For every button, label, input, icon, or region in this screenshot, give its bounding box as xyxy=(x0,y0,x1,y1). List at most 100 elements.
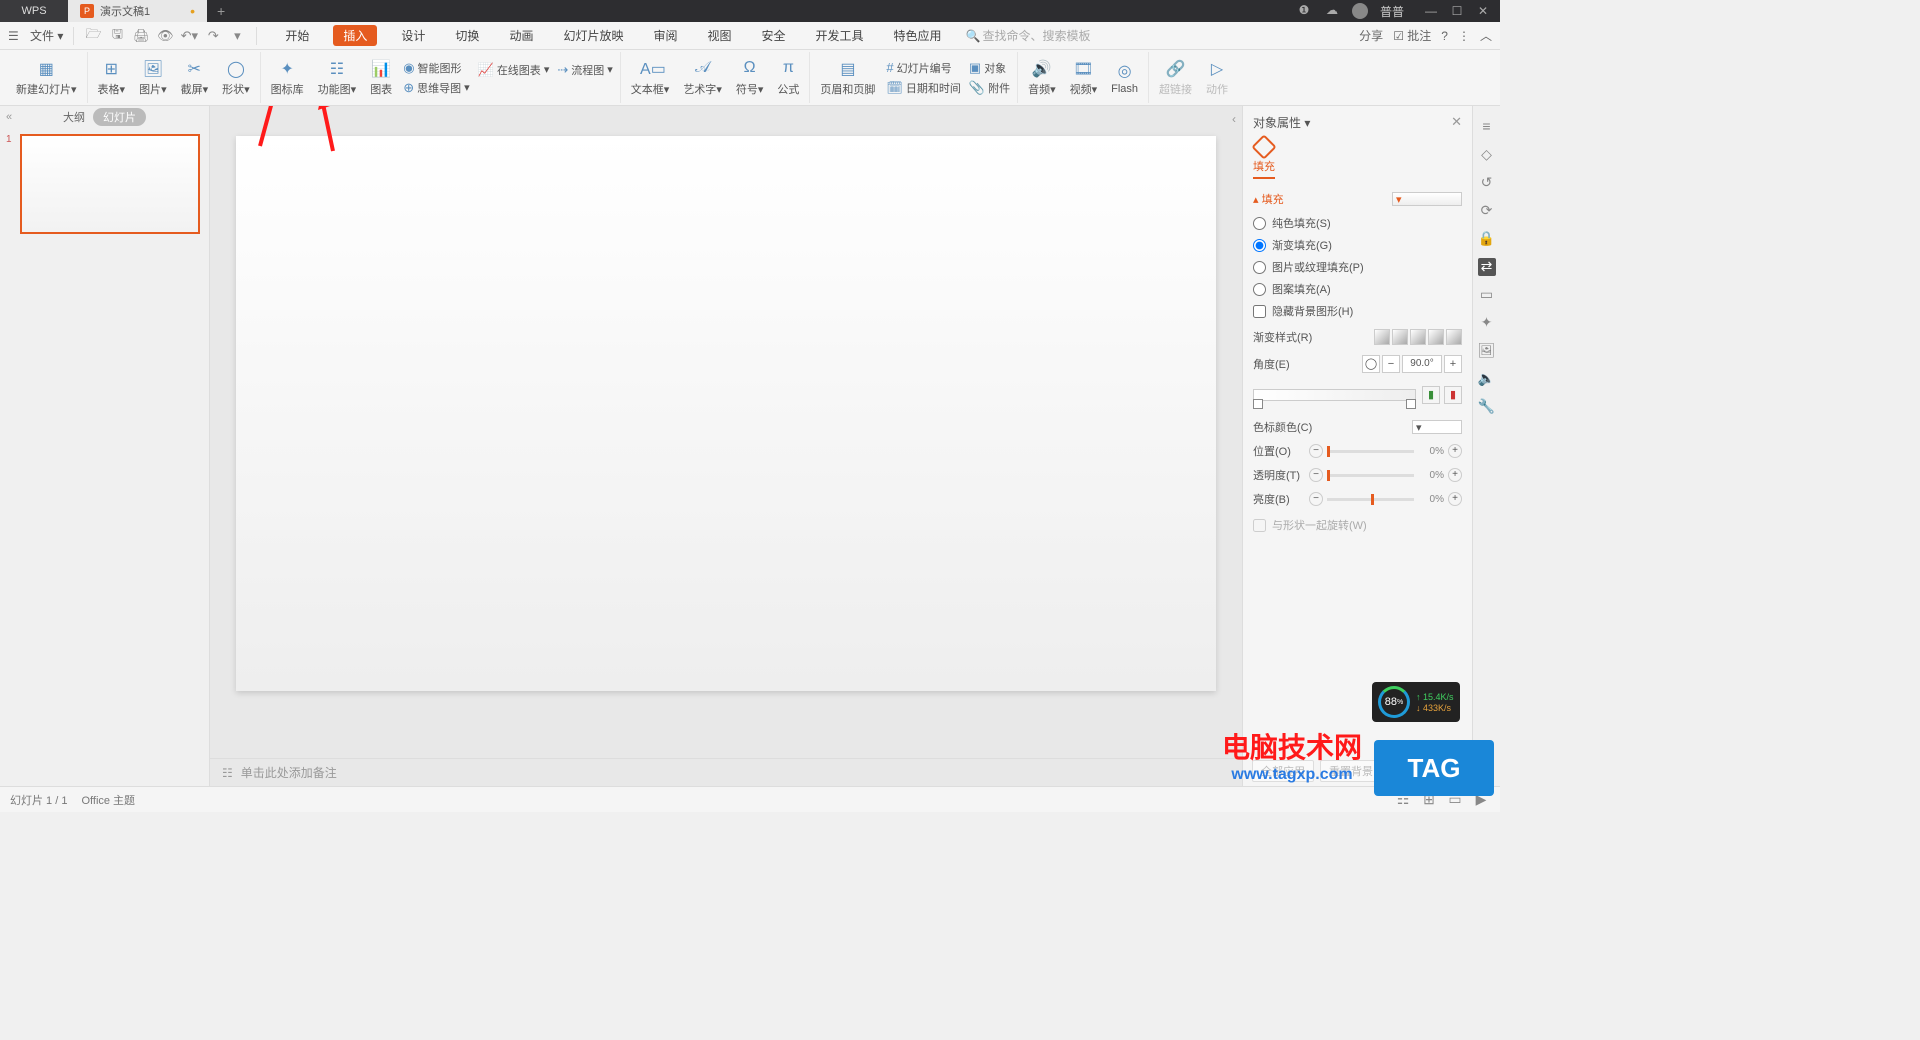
mindmap-button[interactable]: ⊕思维导图 ▾ xyxy=(400,79,472,97)
collapse-ribbon-icon[interactable]: ︿ xyxy=(1480,27,1492,44)
pane-close-icon[interactable]: ✕ xyxy=(1451,114,1462,130)
iconlib-button[interactable]: ✦图标库 xyxy=(265,57,310,99)
sidebar-refresh-icon[interactable]: ⟳ xyxy=(1478,202,1496,220)
tab-slideshow[interactable]: 幻灯片放映 xyxy=(557,25,629,46)
transparency-plus[interactable]: + xyxy=(1448,468,1462,482)
tab-design[interactable]: 设计 xyxy=(395,25,431,46)
gradient-style-picker[interactable] xyxy=(1374,329,1462,345)
fill-tab[interactable]: 填充 xyxy=(1253,138,1275,179)
symbol-button[interactable]: Ω符号▾ xyxy=(730,57,770,99)
sidebar-animation-icon[interactable]: ✦ xyxy=(1478,314,1496,332)
add-stop-button[interactable]: ▮ xyxy=(1422,386,1440,404)
sidebar-properties-icon[interactable]: ⇄ xyxy=(1478,258,1496,276)
print-icon[interactable]: 🖨 xyxy=(132,28,150,44)
new-tab-button[interactable]: + xyxy=(207,3,235,19)
notes-bar[interactable]: ☷ 单击此处添加备注 xyxy=(210,758,1242,786)
collapse-panel-icon[interactable]: « xyxy=(6,111,12,123)
angle-plus[interactable]: + xyxy=(1444,355,1462,373)
tab-transition[interactable]: 切换 xyxy=(449,25,485,46)
position-slider[interactable] xyxy=(1327,450,1414,453)
help-icon[interactable]: ? xyxy=(1441,29,1448,43)
sidebar-lock-icon[interactable]: 🔒 xyxy=(1478,230,1496,248)
expand-pane-icon[interactable]: ‹ xyxy=(1232,112,1236,126)
shape-button[interactable]: ◯形状▾ xyxy=(216,57,256,99)
redo-icon[interactable]: ↷ xyxy=(204,28,222,44)
maximize-button[interactable]: ☐ xyxy=(1450,4,1464,18)
header-footer-button[interactable]: ▤页眉和页脚 xyxy=(814,57,881,99)
sidebar-speaker-icon[interactable]: 🔈 xyxy=(1478,370,1496,388)
remove-stop-button[interactable]: ▮ xyxy=(1444,386,1462,404)
undo-icon[interactable]: ↶▾ xyxy=(180,28,198,44)
flash-button[interactable]: ◎Flash xyxy=(1105,59,1144,97)
tab-review[interactable]: 审阅 xyxy=(647,25,683,46)
user-avatar[interactable] xyxy=(1352,3,1368,19)
pattern-fill-option[interactable]: 图案填充(A) xyxy=(1253,281,1462,297)
fill-section-header[interactable]: ▴ 填充 ▾ xyxy=(1253,191,1462,207)
preview-icon[interactable]: 👁 xyxy=(156,28,174,44)
brightness-slider[interactable] xyxy=(1327,498,1414,501)
chart-button[interactable]: 📊图表 xyxy=(364,57,398,99)
attachment-button[interactable]: 📎附件 xyxy=(966,79,1013,97)
video-button[interactable]: 🎞视频▾ xyxy=(1064,57,1104,99)
object-button[interactable]: ▣对象 xyxy=(966,59,1013,77)
tab-insert[interactable]: 插入 xyxy=(333,25,377,46)
gradient-stops[interactable] xyxy=(1253,389,1416,409)
sidebar-tool-icon[interactable]: 🔧 xyxy=(1478,398,1496,416)
file-menu[interactable]: 文件 ▾ xyxy=(30,27,63,44)
position-plus[interactable]: + xyxy=(1448,444,1462,458)
table-button[interactable]: ⊞表格▾ xyxy=(92,57,132,99)
stop-color-picker[interactable]: ▾ xyxy=(1412,420,1462,434)
annotate-button[interactable]: ☑ 批注 xyxy=(1393,27,1431,44)
transparency-slider[interactable] xyxy=(1327,474,1414,477)
open-icon[interactable]: 🗁 xyxy=(84,25,102,47)
equation-button[interactable]: π公式 xyxy=(771,57,805,99)
screenshot-button[interactable]: ✂截屏▾ xyxy=(175,57,215,99)
position-minus[interactable]: − xyxy=(1309,444,1323,458)
angle-dial[interactable]: ◯ xyxy=(1362,355,1380,373)
cloud-icon[interactable]: ☁ xyxy=(1324,3,1340,19)
close-button[interactable]: ✕ xyxy=(1476,4,1490,18)
minimize-button[interactable]: — xyxy=(1424,4,1438,18)
slide-thumbnail[interactable] xyxy=(20,134,200,234)
tab-start[interactable]: 开始 xyxy=(279,25,315,46)
tab-devtools[interactable]: 开发工具 xyxy=(810,25,870,46)
wps-logo[interactable]: WPS xyxy=(0,0,68,22)
datetime-button[interactable]: 🗓日期和时间 xyxy=(883,79,964,97)
tab-security[interactable]: 安全 xyxy=(756,25,792,46)
textbox-button[interactable]: A▭文本框▾ xyxy=(625,57,676,99)
wordart-button[interactable]: 𝒜艺术字▾ xyxy=(677,57,728,99)
hide-bg-checkbox[interactable]: 隐藏背景图形(H) xyxy=(1253,303,1462,319)
flowchart-button[interactable]: ⇢流程图 ▾ xyxy=(554,61,615,79)
menu-icon[interactable]: ☰ xyxy=(8,29,24,43)
outline-tab[interactable]: 大纲 xyxy=(63,109,85,125)
command-search[interactable]: 🔍 查找命令、搜索模板 xyxy=(966,27,1091,44)
more-icon[interactable]: ⋮ xyxy=(1458,29,1470,43)
brightness-plus[interactable]: + xyxy=(1448,492,1462,506)
tab-view[interactable]: 视图 xyxy=(701,25,737,46)
online-chart-button[interactable]: 📈在线图表 ▾ xyxy=(475,61,553,79)
new-slide-button[interactable]: ▦ 新建幻灯片▾ xyxy=(10,57,83,99)
notification-icon[interactable]: ❶ xyxy=(1296,3,1312,19)
save-icon[interactable]: 🖫 xyxy=(108,25,126,47)
share-button[interactable]: 分享 xyxy=(1359,27,1383,44)
tab-animation[interactable]: 动画 xyxy=(503,25,539,46)
document-tab[interactable]: P 演示文稿1 • xyxy=(68,0,207,22)
picture-button[interactable]: 🖼图片▾ xyxy=(133,57,173,99)
brightness-minus[interactable]: − xyxy=(1309,492,1323,506)
fill-preview-swatch[interactable]: ▾ xyxy=(1392,192,1462,206)
sidebar-diamond-icon[interactable]: ◇ xyxy=(1478,146,1496,164)
sidebar-picture-icon[interactable]: 🖼 xyxy=(1478,342,1496,360)
sidebar-menu-icon[interactable]: ≡ xyxy=(1478,118,1496,136)
qat-customize-icon[interactable]: ▾ xyxy=(228,28,246,44)
picture-fill-option[interactable]: 图片或纹理填充(P) xyxy=(1253,259,1462,275)
gradient-fill-option[interactable]: 渐变填充(G) xyxy=(1253,237,1462,253)
solid-fill-option[interactable]: 纯色填充(S) xyxy=(1253,215,1462,231)
feature-button[interactable]: ☷功能图▾ xyxy=(312,57,363,99)
slides-tab[interactable]: 幻灯片 xyxy=(93,108,146,126)
sidebar-layout-icon[interactable]: ▭ xyxy=(1478,286,1496,304)
audio-button[interactable]: 🔊音频▾ xyxy=(1022,57,1062,99)
transparency-minus[interactable]: − xyxy=(1309,468,1323,482)
angle-minus[interactable]: − xyxy=(1382,355,1400,373)
angle-value[interactable]: 90.0° xyxy=(1402,355,1442,373)
slide-canvas[interactable] xyxy=(236,136,1216,691)
